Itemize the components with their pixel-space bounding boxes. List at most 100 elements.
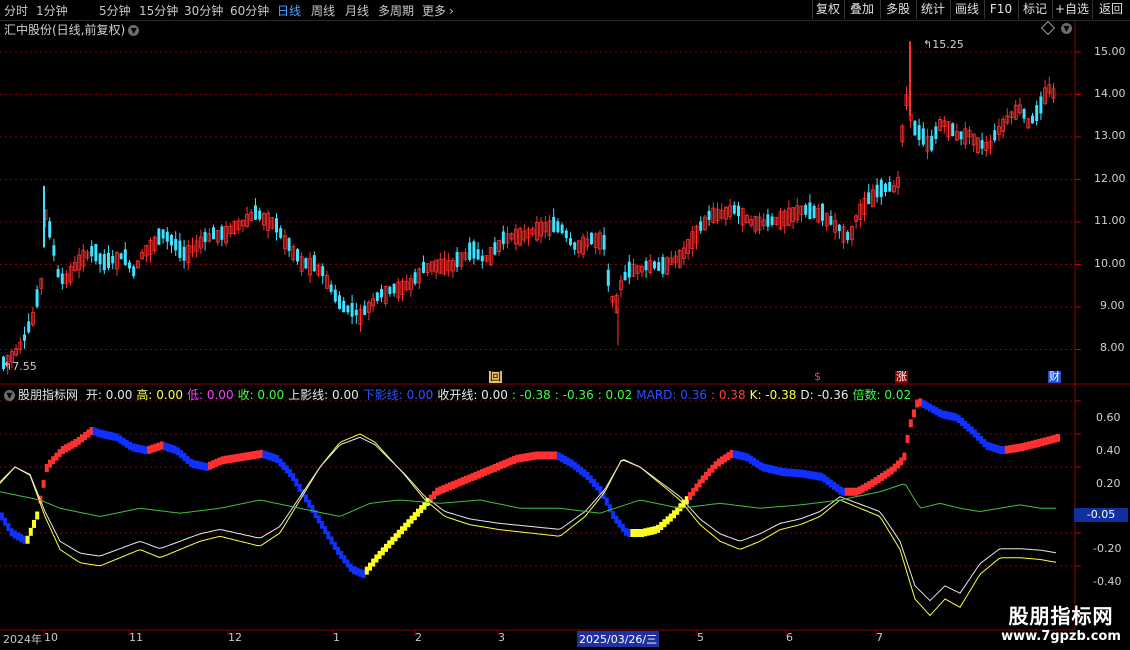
candle-body	[737, 205, 740, 217]
candle-body	[275, 218, 278, 233]
candle-body	[60, 273, 64, 284]
date-label: 11	[129, 631, 143, 644]
indicator-value-0: 开: 0.00	[85, 388, 133, 402]
candle-body	[279, 228, 283, 238]
indicator-block	[905, 434, 910, 443]
candle-body	[161, 229, 165, 239]
candle-body	[111, 256, 115, 264]
candle-body	[821, 203, 824, 221]
candle-body	[602, 234, 606, 250]
candle-body	[1022, 109, 1026, 119]
stock-title: 汇中股份(日线,前复权)	[4, 23, 126, 37]
dropdown-circle-icon[interactable]: ▼	[128, 25, 140, 36]
indicator-block	[32, 519, 36, 528]
indicator-value-11: : 0.38	[711, 388, 746, 402]
date-label: 7	[876, 631, 883, 644]
candle-body	[363, 305, 367, 315]
indicator-value-8: : -0.36	[554, 388, 594, 402]
candle-body	[569, 238, 572, 245]
indicator-value-3: 收: 0.00	[237, 388, 285, 402]
candle-body	[157, 228, 161, 245]
candle-body	[27, 321, 31, 333]
candle-body	[56, 268, 60, 278]
date-label: 6	[786, 631, 793, 644]
high-marker-icon: ↰	[923, 38, 933, 51]
candle-body	[220, 226, 224, 240]
limit-up-marker[interactable]: 涨	[895, 371, 908, 383]
candle-body	[573, 242, 577, 250]
indicator-value-7: : -0.38	[511, 388, 551, 402]
candle-body	[770, 216, 774, 225]
indicator-tick: -0.20	[1093, 542, 1122, 555]
candle-body	[804, 204, 808, 215]
candle-body	[107, 252, 110, 269]
indicator-value-2: 低: 0.00	[187, 388, 234, 402]
candle-body	[707, 210, 711, 220]
event-marker-box[interactable]: 回	[489, 371, 502, 383]
candle-body	[921, 128, 925, 145]
candle-body	[48, 221, 52, 238]
candle-body	[808, 202, 812, 220]
candle-body	[875, 184, 879, 198]
candle-body	[119, 253, 123, 260]
candle-body	[1031, 115, 1034, 124]
candle-body	[980, 140, 984, 149]
price-tick: 11.00	[1094, 214, 1126, 227]
settings-circle-icon[interactable]: ▼	[1061, 23, 1072, 34]
price-tick: 8.00	[1100, 341, 1125, 354]
candle-body	[627, 261, 631, 278]
current-value-badge: -0.05	[1074, 508, 1128, 522]
multiple-line	[0, 483, 1056, 517]
indicator-block	[28, 527, 33, 536]
candle-body	[590, 232, 593, 245]
indicator-block	[35, 511, 40, 520]
candle-body	[287, 238, 291, 251]
candle-body	[422, 261, 425, 273]
date-label: 2	[415, 631, 422, 644]
candle-body	[182, 246, 186, 261]
finance-marker[interactable]: 财	[1048, 371, 1061, 383]
candle-body	[934, 126, 938, 139]
candle-body	[342, 300, 346, 313]
candle-body	[951, 123, 955, 137]
site-watermark: 股朋指标网 www.7gpzb.com	[1000, 600, 1122, 644]
candle-body	[888, 181, 892, 192]
candle-body	[304, 258, 308, 269]
dropdown-circle-icon[interactable]: ▼	[4, 390, 15, 401]
candle-body	[296, 249, 299, 262]
indicator-value-9: : 0.02	[597, 388, 633, 402]
low-marker-icon: ↰	[3, 360, 13, 373]
candle-body	[623, 271, 627, 280]
indicator-block	[908, 419, 913, 428]
candle-body	[812, 205, 816, 219]
indicator-values: 开: 0.00 高: 0.00 低: 0.00 收: 0.00 上影线: 0.00 下影线…	[86, 388, 915, 402]
candle-body	[501, 231, 505, 244]
candle-body	[350, 302, 354, 317]
date-label: 12	[228, 631, 242, 644]
candle-body	[606, 269, 610, 286]
indicator-block	[912, 409, 916, 418]
indicator-value-6: 收开线: 0.00	[437, 388, 508, 402]
candle-body	[35, 289, 39, 307]
candle-body	[346, 305, 350, 313]
candle-body	[468, 242, 472, 260]
indicator-header: ▼ 股朋指标网 开: 0.00 高: 0.00 低: 0.00 收: 0.00 上影线: …	[4, 386, 919, 403]
indicator-block	[1056, 433, 1060, 442]
candle-body	[128, 262, 131, 269]
candle-body	[90, 246, 94, 257]
candle-body	[123, 249, 127, 265]
candle-body	[837, 224, 841, 231]
price-tick: 9.00	[1100, 299, 1125, 312]
candle-body	[52, 245, 56, 256]
indicator-value-13: D: -0.36	[800, 388, 849, 402]
indicator-block	[41, 479, 46, 488]
dollar-icon[interactable]: $	[813, 371, 822, 383]
candle-body	[392, 283, 396, 294]
date-label: 3	[498, 631, 505, 644]
indicator-value-5: 下影线: 0.00	[362, 388, 434, 402]
candle-body	[165, 231, 169, 242]
candle-body	[879, 179, 883, 198]
candle-body	[312, 255, 316, 272]
candle-body	[653, 261, 656, 269]
candle-body	[766, 214, 770, 227]
